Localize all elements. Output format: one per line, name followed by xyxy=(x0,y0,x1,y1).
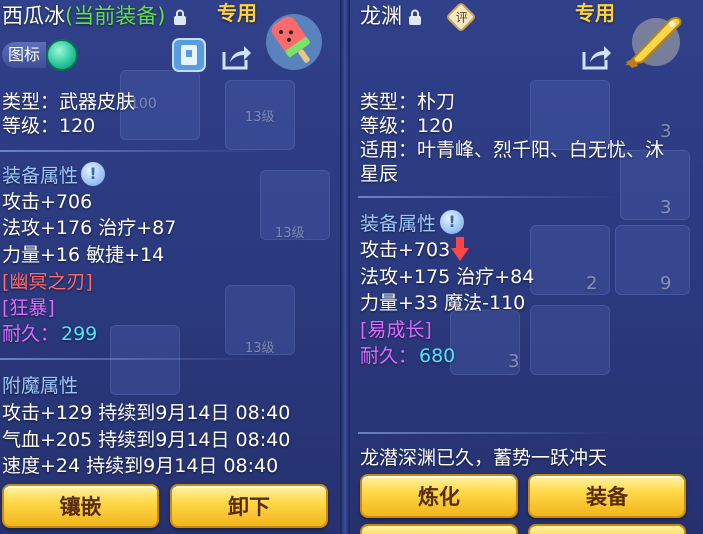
background-label: 13级 xyxy=(275,226,305,241)
item-name: 西瓜冰 xyxy=(2,4,65,28)
exclusive-label: 专用 xyxy=(575,1,615,25)
background-label: 3 xyxy=(660,197,672,218)
lock-icon xyxy=(174,9,186,25)
exclusive-label: 专用 xyxy=(217,1,257,25)
durability-label: 耐久： xyxy=(360,345,418,367)
icon-toggle-label[interactable]: 图标 xyxy=(2,42,46,68)
current-item-panel: 100 13级 13级 13级 西瓜冰 (当前装备) 专用 图标 类型：武器皮肤… xyxy=(0,0,340,534)
background-label: 3 xyxy=(508,351,520,372)
applicable-characters: 适用：叶青峰、烈千阳、白无忧、沐 xyxy=(360,139,665,161)
separator xyxy=(0,150,265,152)
special-skill: [易成长] xyxy=(360,319,432,341)
panel-divider xyxy=(340,0,350,534)
more-button-partial[interactable] xyxy=(360,524,518,534)
icon-toggle-switch[interactable] xyxy=(46,39,78,71)
watermelon-popsicle-icon xyxy=(266,14,322,70)
item-name: 龙渊 xyxy=(360,4,402,28)
share-icon[interactable] xyxy=(580,40,614,74)
background-label: 2 xyxy=(586,273,598,294)
background-inventory-tile xyxy=(530,225,610,295)
durability-label: 耐久： xyxy=(2,323,60,345)
enchant-attributes-heading: 附魔属性 xyxy=(2,375,79,397)
info-icon[interactable]: ! xyxy=(440,210,464,234)
stat-line: 力量+16 敏捷+14 xyxy=(2,244,165,266)
more-button-partial[interactable] xyxy=(528,524,686,534)
background-label: 9 xyxy=(660,273,672,294)
arrow-down-icon xyxy=(451,237,469,261)
base-attributes-heading: 装备属性 xyxy=(360,213,437,235)
stat-line: 力量+33 魔法-110 xyxy=(360,292,526,314)
durability-value: 680 xyxy=(419,345,456,367)
lock-icon xyxy=(409,9,421,25)
share-icon[interactable] xyxy=(220,40,254,74)
enchant-line: 速度+24 持续到9月14日 08:40 xyxy=(2,455,279,477)
rating-badge-label: 评 xyxy=(455,10,468,25)
book-icon[interactable] xyxy=(172,38,206,72)
base-attributes-heading: 装备属性 xyxy=(2,165,79,187)
equip-button[interactable]: 装备 xyxy=(528,474,686,518)
background-label: 13级 xyxy=(245,110,275,125)
inlay-button[interactable]: 镶嵌 xyxy=(2,484,159,528)
stat-line: 攻击+703 xyxy=(360,239,451,261)
item-type: 类型：武器皮肤 xyxy=(2,91,136,113)
refine-button[interactable]: 炼化 xyxy=(360,474,518,518)
info-icon[interactable]: ! xyxy=(81,162,105,186)
special-skill: [幽冥之刃] xyxy=(2,271,93,293)
unequip-button[interactable]: 卸下 xyxy=(170,484,328,528)
durability-value: 299 xyxy=(61,323,98,345)
stat-line: 法攻+176 治疗+87 xyxy=(2,217,177,239)
background-inventory-tile xyxy=(110,325,180,395)
item-level: 等级：120 xyxy=(360,115,454,137)
separator xyxy=(358,432,618,434)
special-skill: [狂暴] xyxy=(2,297,55,319)
equipped-tag: (当前装备) xyxy=(65,4,166,28)
applicable-characters-cont: 星辰 xyxy=(360,163,399,185)
background-inventory-tile xyxy=(615,225,690,295)
background-inventory-tile xyxy=(530,305,610,375)
item-level: 等级：120 xyxy=(2,115,96,137)
compare-item-panel: 3 2 9 3 3 龙渊 专用 类型：朴刀 等级：120 适用：叶青峰、烈千阳、… xyxy=(350,0,703,534)
golden-blade-icon xyxy=(625,16,682,68)
separator xyxy=(358,196,618,198)
separator xyxy=(0,358,265,360)
enchant-line: 攻击+129 持续到9月14日 08:40 xyxy=(2,402,291,424)
stat-line: 攻击+706 xyxy=(2,191,93,213)
flavor-text: 龙潜深渊已久，蓄势一跃冲天 xyxy=(360,447,608,469)
item-type: 类型：朴刀 xyxy=(360,91,456,113)
stat-line: 法攻+175 治疗+84 xyxy=(360,266,535,288)
enchant-line: 气血+205 持续到9月14日 08:40 xyxy=(2,429,291,451)
